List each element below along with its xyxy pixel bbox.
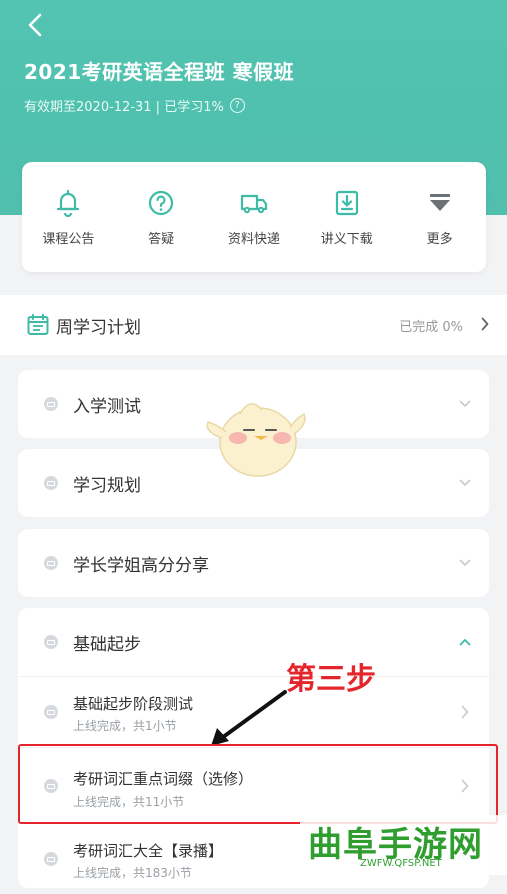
highlight-box	[18, 744, 498, 824]
chevron-right-icon	[461, 705, 469, 719]
chevron-up-icon	[459, 638, 471, 646]
section-title: 入学测试	[73, 396, 141, 417]
chevron-left-icon	[28, 13, 42, 37]
tool-qa[interactable]: 答疑	[121, 188, 201, 247]
lesson-title: 考研词汇大全【录播】	[73, 842, 224, 860]
tool-label: 答疑	[148, 231, 175, 247]
section-title: 基础起步	[73, 634, 141, 655]
lesson-title: 基础起步阶段测试	[73, 695, 194, 713]
section-dot-icon	[44, 476, 58, 490]
tool-announcement[interactable]: 课程公告	[28, 188, 108, 247]
watermark-url: ZWFW.QFSP.NET	[360, 858, 442, 869]
tool-label: 更多	[426, 231, 453, 247]
lesson-dot-icon	[44, 852, 58, 866]
section-dot-icon	[44, 635, 58, 649]
lesson-meta: 上线完成，共1小节	[73, 719, 177, 733]
lesson-meta: 上线完成，共183小节	[73, 866, 192, 880]
download-icon	[335, 190, 358, 215]
tool-express[interactable]: 资料快递	[214, 188, 294, 247]
section-card: 学长学姐高分分享	[18, 529, 489, 597]
weekly-plan-row[interactable]: 周学习计划 已完成 0%	[0, 295, 507, 355]
section-dot-icon	[44, 556, 58, 570]
chevron-right-icon	[481, 317, 489, 331]
chevron-down-icon	[459, 479, 471, 487]
section-basics[interactable]: 基础起步	[18, 608, 489, 676]
chevron-down-icon	[459, 559, 471, 567]
chevron-down-icon	[459, 400, 471, 408]
section-title: 学习规划	[73, 475, 141, 496]
more-icon	[429, 193, 450, 211]
tool-label: 课程公告	[42, 231, 95, 247]
section-senior-sharing[interactable]: 学长学姐高分分享	[18, 529, 489, 597]
tool-more[interactable]: 更多	[400, 188, 480, 247]
question-icon	[149, 190, 174, 215]
help-icon[interactable]: ?	[229, 98, 245, 113]
weekly-plan-title: 周学习计划	[56, 317, 141, 338]
tool-label: 讲义下载	[320, 231, 373, 247]
validity-progress-text: 有效期至2020-12-31 | 已学习1%	[24, 100, 224, 115]
step-annotation: 第三步	[286, 662, 376, 697]
tool-download[interactable]: 讲义下载	[307, 188, 387, 247]
lesson-dot-icon	[44, 705, 58, 719]
section-dot-icon	[44, 397, 58, 411]
course-title: 2021考研英语全程班 寒假班	[24, 60, 295, 84]
truck-icon	[240, 194, 268, 213]
back-button[interactable]	[20, 10, 50, 40]
weekly-plan-status: 已完成 0%	[399, 319, 463, 335]
tool-bar: 课程公告 答疑 资料快递 讲义下载 更多	[22, 162, 486, 272]
section-title: 学长学姐高分分享	[73, 555, 209, 576]
course-subtitle: 有效期至2020-12-31 | 已学习1% ?	[24, 96, 245, 115]
mascot-chick-illustration	[206, 403, 306, 477]
annotation-arrow-icon	[211, 690, 287, 746]
calendar-icon	[27, 314, 49, 335]
tool-label: 资料快递	[227, 231, 280, 247]
bell-icon	[57, 189, 80, 217]
watermark: 曲阜手游网 ZWFW.QFSP.NET	[300, 815, 507, 875]
